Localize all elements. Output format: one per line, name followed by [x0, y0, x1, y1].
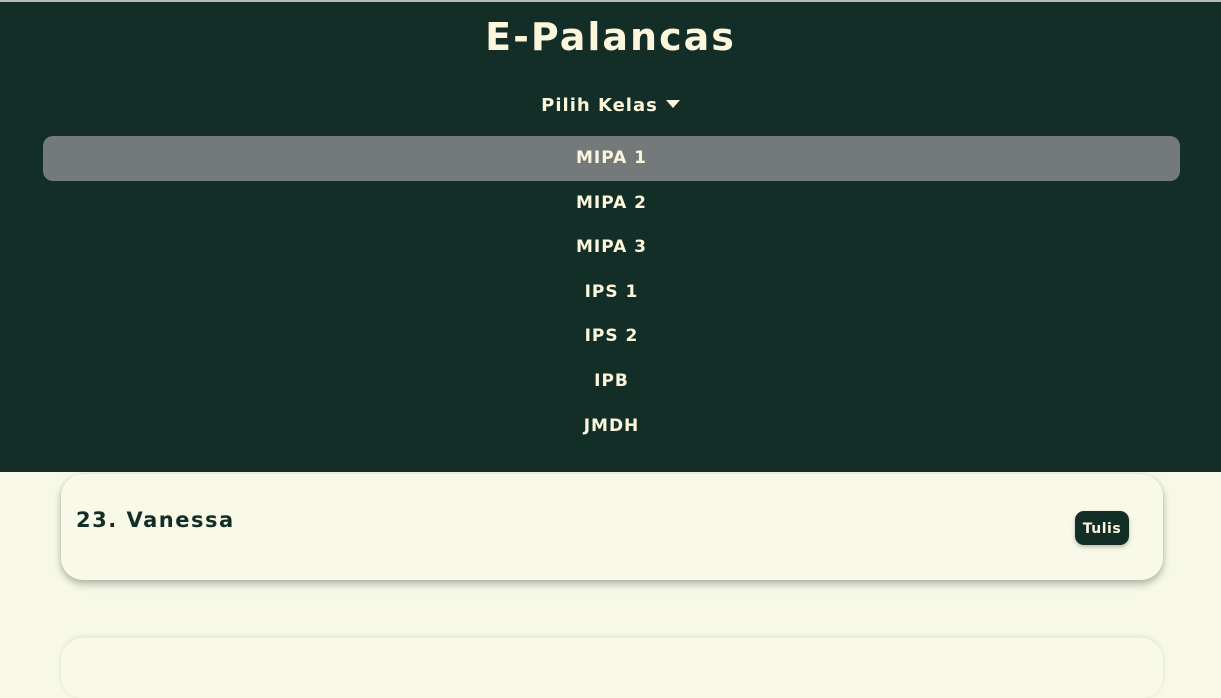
student-card: 23. Vanessa Tulis	[61, 474, 1163, 580]
class-option-ips-1[interactable]: IPS 1	[43, 270, 1180, 315]
class-dropdown-toggle[interactable]: Pilih Kelas	[0, 94, 1221, 118]
student-name: 23. Vanessa	[76, 508, 235, 532]
class-option-mipa-1[interactable]: MIPA 1	[43, 136, 1180, 181]
class-option-ips-2[interactable]: IPS 2	[43, 314, 1180, 359]
header: E-Palancas Pilih Kelas MIPA 1 MIPA 2 MIP…	[0, 2, 1221, 472]
app-title: E-Palancas	[485, 15, 736, 59]
student-card	[61, 638, 1163, 698]
class-dropdown-label: Pilih Kelas	[541, 95, 658, 116]
class-option-mipa-3[interactable]: MIPA 3	[43, 225, 1180, 270]
write-button[interactable]: Tulis	[1075, 511, 1129, 545]
class-option-jmdh[interactable]: JMDH	[43, 404, 1180, 449]
class-dropdown-menu: MIPA 1 MIPA 2 MIPA 3 IPS 1 IPS 2 IPB JMD…	[43, 136, 1180, 448]
class-option-mipa-2[interactable]: MIPA 2	[43, 181, 1180, 226]
caret-down-icon	[665, 100, 680, 108]
class-option-ipb[interactable]: IPB	[43, 359, 1180, 404]
